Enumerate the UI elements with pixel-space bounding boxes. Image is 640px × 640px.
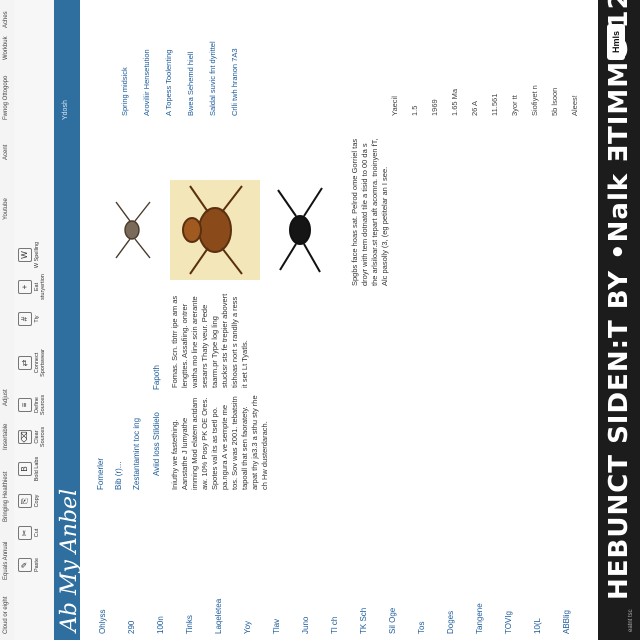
button-label: Connect Sportswear <box>34 349 46 377</box>
document-window: Cloud or eight Equals Annual Bringing He… <box>0 0 640 640</box>
spider-images <box>100 120 340 340</box>
button-label: Copy <box>34 494 40 508</box>
button-label: Eat sturyertion <box>34 274 46 300</box>
define-sources-button[interactable]: ≡ Define Sources <box>18 390 46 420</box>
left-list-item[interactable]: 100n <box>156 616 165 634</box>
left-list-item[interactable]: Tinks <box>185 615 194 634</box>
tab-item[interactable]: Zestantamint toc ing <box>132 418 141 490</box>
small-spider-image <box>115 201 151 259</box>
left-list-item[interactable]: Tangene <box>475 603 484 634</box>
left-list-item[interactable]: ABBlig <box>562 610 571 634</box>
left-list-item[interactable]: Tos <box>417 622 426 634</box>
left-list-item[interactable]: TK Sch <box>359 608 368 634</box>
left-list-item[interactable]: Tlav <box>272 619 281 634</box>
tag-icon: # <box>18 312 32 326</box>
button-label: Paste <box>34 557 40 573</box>
left-list-item[interactable]: Sil Oge <box>388 608 397 634</box>
left-list-item[interactable]: Juno <box>301 617 310 634</box>
right-list-value: 1.5 <box>410 105 419 116</box>
right-list: Spring midsick Aroviliir Hensetution A Top… <box>90 0 610 120</box>
tab-item[interactable]: Aviid loss Stildielo <box>152 412 161 476</box>
left-list: Ohlyss 290 100n Tinks Laqeletea Yoy Tlav Juno Tl… <box>90 500 610 640</box>
right-list-value: 1969 <box>430 99 439 116</box>
button-label: W Spelling <box>34 241 40 269</box>
left-list-item[interactable]: Yoy <box>243 621 252 634</box>
tag-button[interactable]: # Tiy <box>18 304 40 334</box>
watermark-banner: HEBUNCT SIDEN:T BY •Nalk ƎTIMMG 1234 • H… <box>598 0 640 640</box>
menu-item[interactable]: Workbuk <box>3 36 9 60</box>
define-icon: ≡ <box>18 398 32 412</box>
clear-sources-button[interactable]: ⌫ Clear Sources <box>18 422 46 452</box>
clear-icon: ⌫ <box>18 430 32 444</box>
menu-item[interactable]: Youtube <box>3 198 9 220</box>
insert-icon: + <box>18 280 32 294</box>
menu-item[interactable]: Insertable <box>3 424 9 450</box>
button-label: Cut <box>34 528 40 538</box>
menu-item[interactable]: Cloud or eight <box>3 597 9 634</box>
right-list-link[interactable]: Aroviliir Hensetution <box>142 49 151 116</box>
page-title: Ab My Anbel <box>57 488 82 632</box>
cut-icon: ✂ <box>18 526 32 540</box>
right-list-link[interactable]: Saldal suvic fnt dyrittel <box>208 41 217 116</box>
bold-button[interactable]: B Bold Labs <box>18 454 40 484</box>
button-label: Clear Sources <box>34 426 46 448</box>
watermark-text: HEBUNCT SIDEN:T BY •Nalk ƎTIMMG 1234 • <box>604 0 634 600</box>
menu-item[interactable]: Equals Annual <box>3 542 9 580</box>
spelling-button[interactable]: WW Spelling <box>18 240 40 270</box>
button-label: Tiy <box>34 315 40 323</box>
tab-item[interactable]: Fapoth <box>152 365 161 390</box>
right-list-value: Siofiyet n <box>530 85 539 116</box>
cut-button[interactable]: ✂ Cut <box>18 518 40 548</box>
left-list-item[interactable]: Ohlyss <box>98 610 107 634</box>
paragraph: Spgbs face hoas sat. Pelrod ome Gorriel … <box>350 138 389 286</box>
connect-icon: ⇄ <box>18 356 32 370</box>
bold-icon: B <box>18 462 32 476</box>
paste-icon: ✎ <box>18 558 32 572</box>
tab-item[interactable]: Fomerler <box>96 458 105 490</box>
tab-item[interactable]: Bib (r)... <box>114 462 123 490</box>
right-list-value: 1.65 Ma <box>450 88 459 116</box>
menu-item[interactable]: Aches <box>3 11 9 28</box>
connect-button[interactable]: ⇄ Connect Sportswear <box>18 348 46 378</box>
title-hint: Ydosh <box>62 100 69 120</box>
left-list-item[interactable]: Tl ch <box>330 617 339 634</box>
spelling-icon: W <box>18 248 32 262</box>
watermark-subtext: eatnt tsc <box>628 609 634 632</box>
copy-icon: ⎘ <box>18 494 32 508</box>
black-spider-image <box>277 187 323 273</box>
spider-illustration <box>115 180 323 280</box>
right-list-value: 3yor tt <box>510 95 519 116</box>
left-list-item[interactable]: TOVIg <box>504 611 513 634</box>
menu-item[interactable]: Fwnog Ottogopo <box>3 76 9 120</box>
right-list-value: 11.561 <box>490 93 499 116</box>
paragraph: Iniuthy we fastething. Aanstathe J lumya… <box>170 395 269 490</box>
right-list-link[interactable]: Crlli twh hranon 7A3 <box>230 48 239 116</box>
watermark-badge: Hmls <box>607 24 625 60</box>
right-list-link[interactable]: Spring midsick <box>120 67 129 116</box>
copy-button[interactable]: ⎘ Copy <box>18 486 40 516</box>
left-list-item[interactable]: 290 <box>127 621 136 634</box>
left-list-item[interactable]: Doges <box>446 611 455 634</box>
left-list-item[interactable]: Laqeletea <box>214 599 223 634</box>
menu-item[interactable]: Bringing Healthiest <box>3 472 9 522</box>
title-band: Ab My Anbel Ydosh <box>54 0 82 640</box>
right-list-link[interactable]: A Topess Toolenting <box>164 50 173 116</box>
menu-item[interactable]: Adjust <box>3 389 9 406</box>
right-list-value: Yaecil <box>390 96 399 116</box>
right-list-link[interactable]: Bwea Sehemd hiell <box>186 52 195 116</box>
paste-button[interactable]: ✎ Paste <box>18 550 40 580</box>
insert-button[interactable]: + Eat sturyertion <box>18 272 46 302</box>
screen: Cloud or eight Equals Annual Bringing He… <box>0 0 640 640</box>
ribbon-toolbar: ✎ Paste ✂ Cut ⎘ Copy B Bold Labs ⌫ Clear Sour… <box>14 0 55 640</box>
left-list-item[interactable]: 10(L <box>533 618 542 634</box>
right-list-value: 26 A <box>470 100 479 116</box>
app-menu-bar: Cloud or eight Equals Annual Bringing He… <box>0 0 15 640</box>
button-label: Bold Labs <box>34 456 40 482</box>
button-label: Define Sources <box>34 394 46 416</box>
menu-item[interactable]: Acent <box>3 145 9 160</box>
right-list-value: 5b lsoon <box>550 87 559 116</box>
right-list-value: Alees! <box>570 95 579 116</box>
